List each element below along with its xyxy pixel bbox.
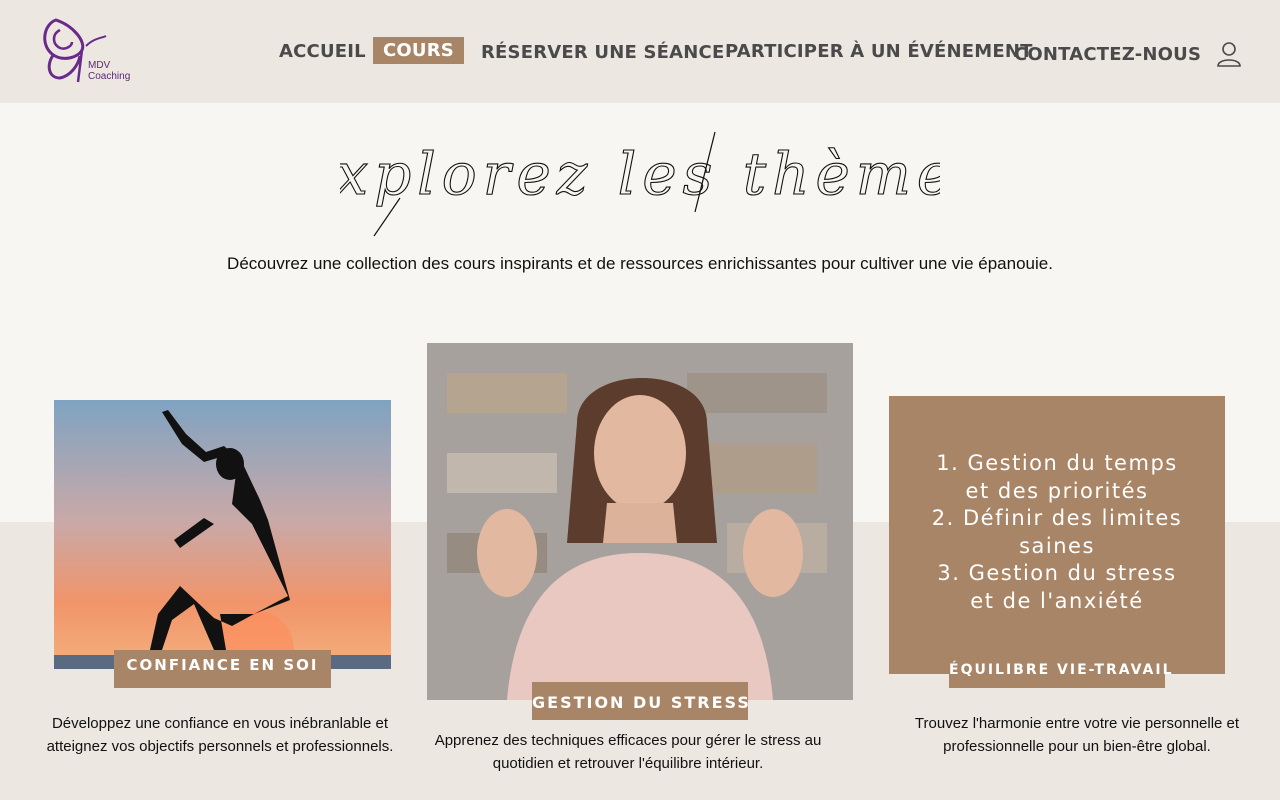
topic-line: 3. Gestion du stress bbox=[937, 561, 1177, 585]
equilibre-label[interactable]: ÉQUILIBRE VIE-TRAVAIL bbox=[949, 655, 1172, 688]
site-header: MDV Coaching Accueil Cours Réserver une … bbox=[0, 0, 1280, 103]
page-title: Explorez les thèmes bbox=[340, 131, 940, 237]
page-subtitle: Découvrez une collection des cours inspi… bbox=[227, 254, 1053, 273]
page-title-text: Explorez les thèmes bbox=[340, 140, 940, 208]
topics-list: 1. Gestion du temps et des priorités 2. … bbox=[889, 450, 1225, 615]
topic-line: 2. Définir des limites bbox=[931, 506, 1183, 530]
equilibre-description-line2: professionnelle pour un bien-être global… bbox=[943, 738, 1211, 755]
confiance-label[interactable]: CONFIANCE EN SOI bbox=[114, 650, 331, 688]
meditating-woman-photo[interactable] bbox=[427, 343, 853, 700]
user-icon[interactable] bbox=[1216, 41, 1242, 67]
nav-reserver[interactable]: Réserver une séance bbox=[481, 42, 724, 63]
confiance-description-line1: Développez une confiance en vous inébran… bbox=[51, 715, 389, 732]
equilibre-description: Trouvez l'harmonie entre votre vie perso… bbox=[877, 712, 1277, 758]
stress-description: Apprenez des techniques efficaces pour g… bbox=[410, 729, 846, 775]
topic-line: saines bbox=[1019, 533, 1095, 558]
confiance-description: Développez une confiance en vous inébran… bbox=[20, 712, 420, 758]
silhouette-sunset-photo[interactable] bbox=[54, 400, 391, 669]
brand-line2: Coaching bbox=[88, 71, 131, 82]
stress-description-line1: Apprenez des techniques efficaces pour g… bbox=[434, 732, 822, 749]
equilibre-description-line1: Trouvez l'harmonie entre votre vie perso… bbox=[914, 715, 1240, 732]
brand-name: MDV Coaching bbox=[88, 60, 130, 82]
topic-line: et des priorités bbox=[965, 478, 1149, 503]
stress-description-line2: quotidien et retrouver l'équilibre intér… bbox=[492, 755, 764, 772]
topic-line: et de l'anxiété bbox=[970, 588, 1144, 613]
brand-line1: MDV bbox=[88, 60, 111, 71]
nav-accueil[interactable]: Accueil bbox=[279, 41, 366, 62]
stress-label[interactable]: GESTION DU STRESS bbox=[532, 682, 749, 720]
confiance-description-line2: atteignez vos objectifs personnels et pr… bbox=[46, 738, 394, 755]
equilibre-topics-box[interactable]: 1. Gestion du temps et des priorités 2. … bbox=[889, 396, 1225, 674]
nav-cours[interactable]: Cours bbox=[373, 37, 464, 64]
topic-line: 1. Gestion du temps bbox=[936, 451, 1178, 475]
nav-evenement[interactable]: Participer à un événement bbox=[725, 41, 1033, 62]
nav-contact[interactable]: Contactez-nous bbox=[1014, 44, 1201, 65]
